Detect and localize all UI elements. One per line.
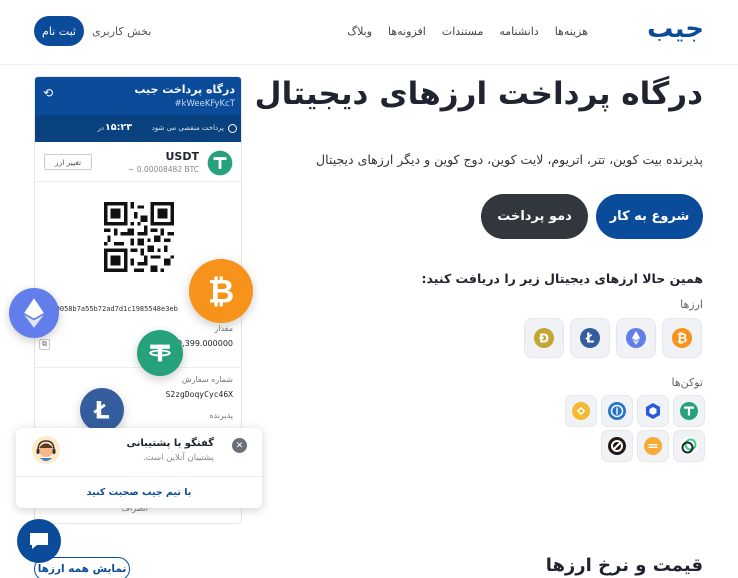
chat-status: پشتیبان آنلاین است. [142, 453, 214, 463]
nav-item-encyclopedia[interactable]: دانشنامه [499, 25, 538, 38]
chat-title: گفتگو با پشتیبانی [126, 438, 214, 449]
token-tile-usdc[interactable] [601, 395, 633, 427]
header-divider [0, 64, 738, 65]
coin-tile-bitcoin[interactable]: ₿ [662, 318, 702, 358]
svg-text:₿: ₿ [208, 272, 234, 310]
chainlink-icon [646, 403, 660, 419]
litecoin-icon: Ł [92, 396, 109, 424]
timer-suffix: پرداخت منقضی می شود [151, 124, 224, 132]
celo-icon [680, 437, 698, 455]
svg-text:Ð: Ð [539, 332, 549, 346]
svg-text:Ł: Ł [92, 396, 109, 424]
show-all-currencies-button[interactable]: نمایش همه ارزها [34, 557, 130, 578]
nav-item-docs[interactable]: مستندات [442, 25, 484, 38]
refresh-icon[interactable]: ⟲ [43, 86, 53, 100]
gateway-header: درگاه پرداخت جیب #kWeeKFyKcT ⟲ پرداخت من… [35, 77, 241, 142]
coin-tile-ethereum[interactable] [616, 318, 656, 358]
dai-icon [644, 437, 662, 455]
copy-icon[interactable]: ⧉ [39, 339, 50, 350]
order-value: S2zgDoqyCyc46X [165, 390, 233, 399]
gateway-reference: #kWeeKFyKcT [174, 99, 235, 109]
coin-tile-litecoin[interactable]: Ł [570, 318, 610, 358]
tether-icon [207, 150, 233, 176]
usdc-icon [608, 402, 626, 420]
floating-litecoin: Ł [80, 388, 124, 432]
token-tile-bnb[interactable] [565, 395, 597, 427]
amount-label: مقدار [214, 324, 233, 333]
token-tile-0x[interactable] [601, 430, 633, 462]
site-logo[interactable]: جیب [647, 14, 704, 44]
start-button[interactable]: شروع به کار [596, 194, 703, 239]
support-agent-icon [36, 440, 56, 461]
coin-tile-dogecoin[interactable]: Ð [524, 318, 564, 358]
token-tile-celo[interactable] [673, 430, 705, 462]
timer-prefix: در [97, 124, 105, 132]
floating-bitcoin: ₿ [189, 259, 253, 323]
receive-title: همین حالا ارزهای دیجیتال زیر را دریافت ک… [421, 271, 703, 286]
demo-payment-button[interactable]: دمو پرداخت [481, 194, 588, 239]
selected-coin-rate: ~ 0.00008482 BTC [128, 165, 199, 174]
close-icon[interactable]: ✕ [232, 438, 247, 453]
change-coin-button[interactable]: تغییر ارز [44, 154, 92, 170]
gateway-title: درگاه پرداخت جیب [134, 83, 235, 96]
nav-item-plugins[interactable]: افزونه‌ها [388, 25, 426, 38]
tether-icon [680, 402, 698, 420]
nav-item-pricing[interactable]: هزینه‌ها [555, 25, 588, 38]
floating-ethereum [9, 288, 59, 338]
svg-text:Ł: Ł [585, 332, 594, 347]
selected-coin-icon [207, 150, 233, 180]
token-tile-chainlink[interactable] [637, 395, 669, 427]
support-avatar [32, 436, 60, 464]
user-area-link[interactable]: بخش کاربری [92, 25, 151, 38]
tokens-label: توکن‌ها [671, 376, 703, 389]
svg-text:₿: ₿ [677, 332, 688, 347]
prices-title: قیمت و نرخ ارزها [545, 555, 703, 576]
chat-bubble-icon [30, 533, 48, 549]
timer-value: ۱۵:۲۳ [105, 122, 132, 133]
bitcoin-icon: ₿ [208, 272, 234, 310]
qr-code-graphic [104, 202, 174, 272]
token-tile-dai[interactable] [637, 430, 669, 462]
hero-title: درگاه پرداخت ارزهای دیجیتال [254, 76, 703, 112]
tether-icon [149, 344, 171, 362]
hero-subtitle: پذیرنده بیت کوین، تتر، اتریوم، لایت کوین… [316, 152, 703, 167]
main-nav: هزینه‌ها دانشنامه مستندات افزونه‌ها وبلا… [347, 25, 588, 38]
dogecoin-icon: Ð [534, 328, 554, 348]
ethereum-icon [626, 328, 646, 348]
wallet-address[interactable]: 0x00058b7a55b72ad7d1c1985548e3eb [43, 305, 178, 313]
currencies-label: ارزها [680, 298, 703, 311]
ethereum-icon [24, 298, 44, 328]
floating-tether [137, 330, 183, 376]
order-label: شماره سفارش [181, 375, 233, 384]
selected-coin-name: USDT [165, 150, 200, 163]
receiver-label: پذیرنده [209, 411, 233, 420]
signup-button[interactable]: ثبت نام [34, 16, 84, 46]
token-tile-tether[interactable] [673, 395, 705, 427]
support-chat-popup: ✕ گفتگو با پشتیبانی پشتیبان آنلاین است. … [16, 428, 262, 508]
bnb-icon [572, 402, 590, 420]
bitcoin-icon: ₿ [672, 328, 692, 348]
0x-icon [608, 437, 626, 455]
litecoin-icon: Ł [580, 328, 600, 348]
nav-item-blog[interactable]: وبلاگ [347, 25, 372, 38]
clock-icon [228, 124, 237, 133]
qr-code [104, 202, 174, 276]
chat-cta-button[interactable]: با تیم جیب صحبت کنید [16, 477, 262, 508]
